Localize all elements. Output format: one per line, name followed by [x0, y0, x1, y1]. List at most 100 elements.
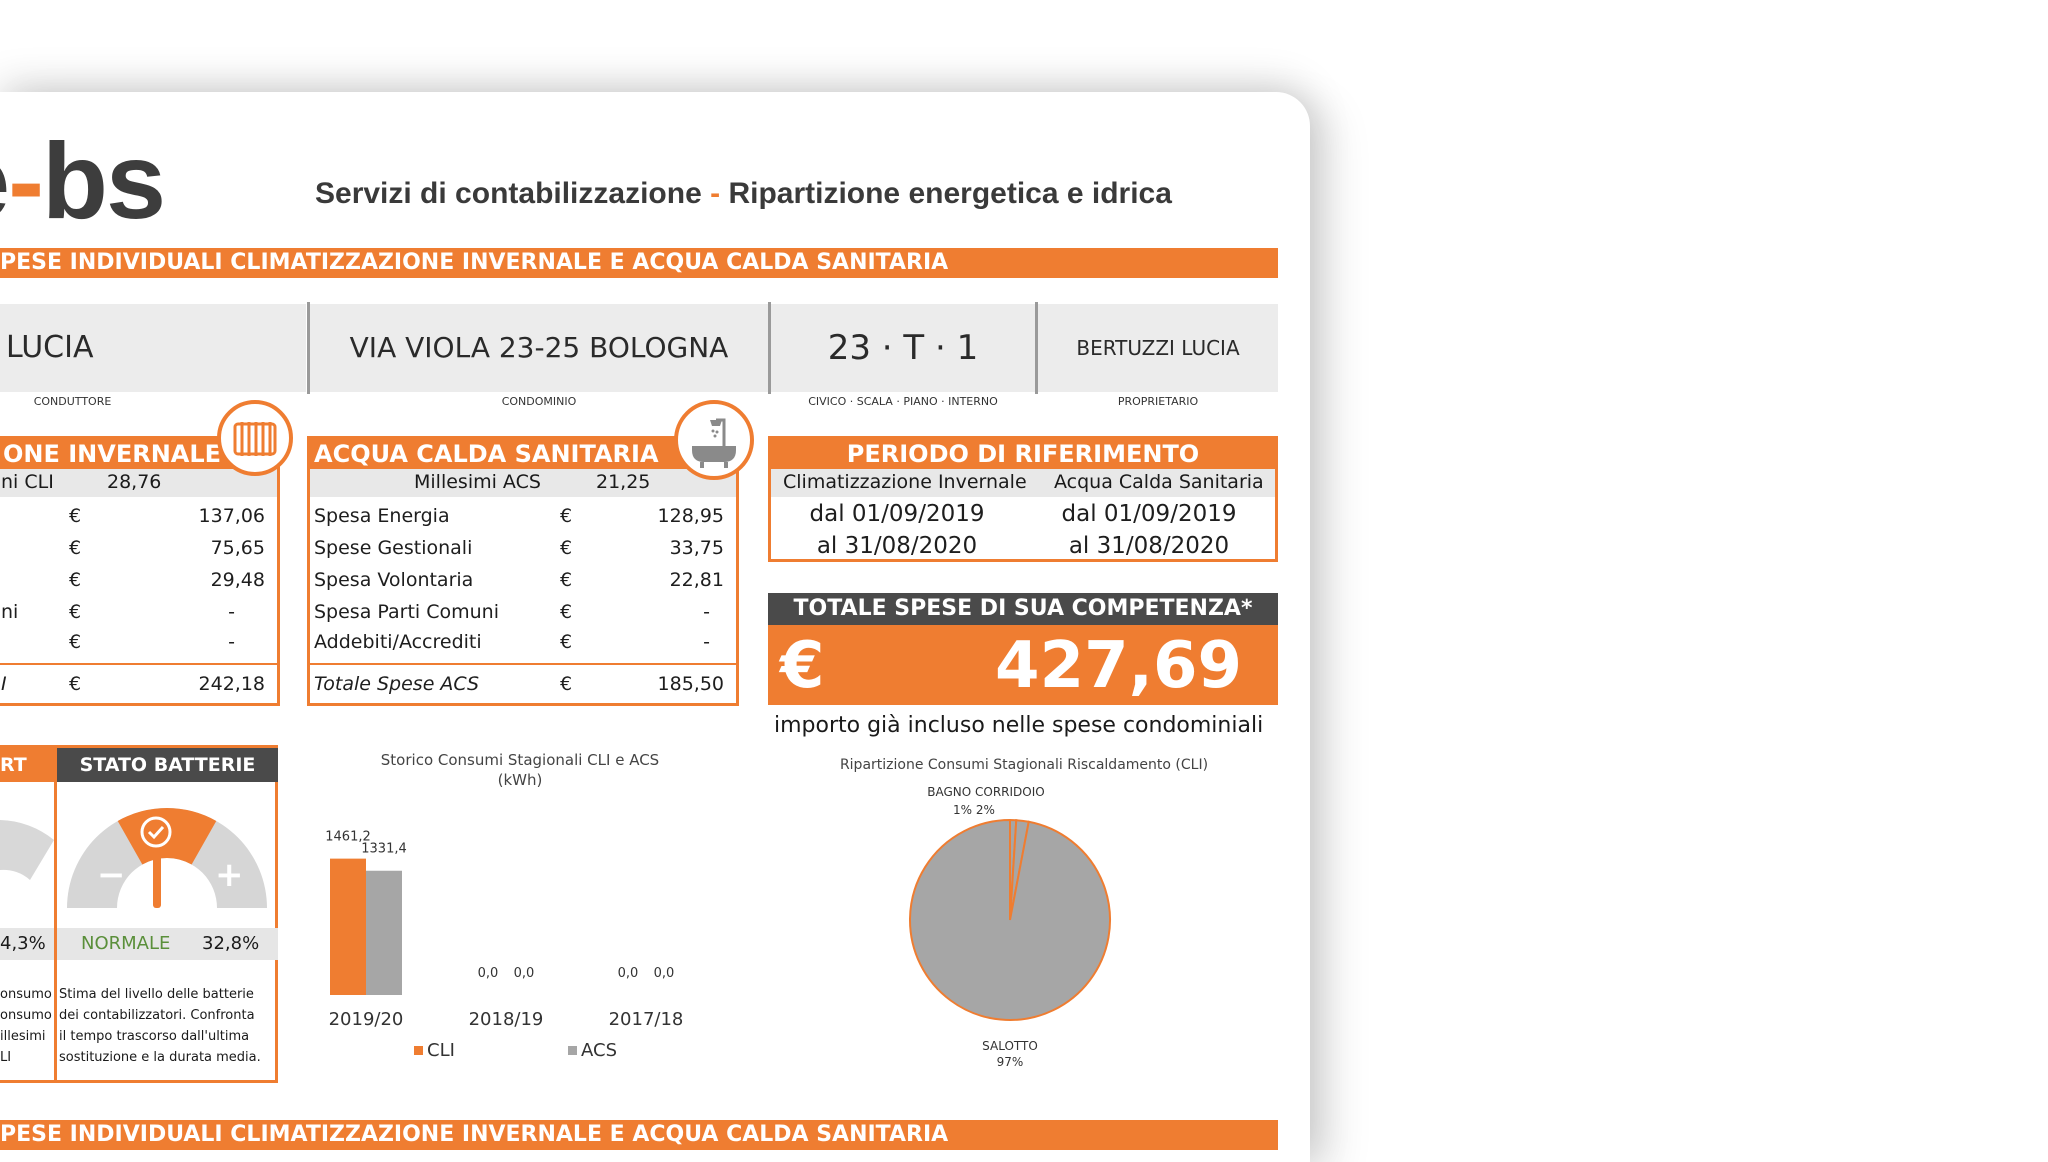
bar-chart-subtitle: (kWh) [497, 771, 543, 789]
divider [54, 745, 57, 1083]
legend-swatch [568, 1046, 577, 1055]
cli-total-label: I [1, 673, 7, 695]
bar-value-label: 0,0 [514, 966, 535, 981]
civico-caption: CIVICO · SCALA · PIANO · INTERNO [808, 395, 998, 408]
pie-label: 97% [997, 1055, 1024, 1069]
logo-main: bs [42, 120, 166, 241]
cli-row-currency: € [69, 601, 82, 623]
legend-label: ACS [581, 1040, 617, 1061]
bar-value-label: 1331,4 [361, 842, 407, 857]
bar-value-label: 0,0 [618, 966, 639, 981]
condominio-cell: VIA VIOLA 23-25 BOLOGNA [310, 304, 768, 392]
alert-title: RT [0, 748, 54, 782]
header-title-dash: - [710, 177, 721, 210]
cli-total-value: 242,18 [198, 673, 265, 695]
periodo-cli-to: al 31/08/2020 [816, 533, 978, 559]
batterie-percent: 32,8% [202, 933, 260, 954]
cli-millesimi-value: 28,76 [107, 471, 162, 493]
legend-label: CLI [427, 1040, 455, 1061]
acs-row-value: 33,75 [669, 537, 724, 559]
legend-swatch [414, 1046, 423, 1055]
batterie-desc: Stima del livello delle batterie dei con… [59, 984, 276, 1068]
periodo-col-cli: Climatizzazione Invernale [783, 471, 1027, 493]
batterie-desc-line: sostituzione e la durata media. [59, 1050, 261, 1065]
bottom-band: PESE INDIVIDUALI CLIMATIZZAZIONE INVERNA… [0, 1120, 1278, 1150]
acs-row-currency: € [560, 631, 573, 653]
batterie-status: NORMALE [81, 933, 171, 954]
acs-row-label: Spesa Parti Comuni [314, 601, 499, 623]
acs-row-label: Spese Gestionali [314, 537, 473, 559]
bar [330, 858, 366, 995]
acs-row-label: Spesa Energia [314, 505, 450, 527]
cli-row-value: - [228, 601, 235, 623]
acs-row-currency: € [560, 537, 573, 559]
batterie-desc-line: il tempo trascorso dall'ultima [59, 1029, 250, 1044]
conduttore-cell: LUCIA [0, 304, 306, 392]
cli-millesimi-row: ni CLI 28,76 [0, 469, 277, 497]
bar-value-label: 0,0 [478, 966, 499, 981]
pie-label: BAGNO CORRIDOIO [927, 785, 1044, 799]
alert-desc: onsumo onsumo illesimi LI [0, 984, 54, 1068]
cli-panel: ONE INVERNALE ni CLI 28,76 € 137,06 € 75… [0, 436, 280, 706]
totale-note: importo già incluso nelle spese condomin… [774, 713, 1264, 738]
proprietario-cell: BERTUZZI LUCIA [1038, 304, 1278, 392]
gauge-needle [153, 850, 161, 908]
condominio-value: VIA VIOLA 23-25 BOLOGNA [349, 331, 729, 364]
cli-row-value: 137,06 [198, 505, 265, 527]
cli-row-currency: € [69, 631, 82, 653]
acs-row-currency: € [560, 569, 573, 591]
acs-total-currency: € [560, 673, 573, 695]
pie-label: SALOTTO [982, 1039, 1038, 1053]
bar-chart-title-text: Storico Consumi Stagionali CLI e ACS [380, 751, 660, 769]
acs-row-value: - [703, 631, 710, 653]
totale-box: € 427,69 [768, 625, 1278, 705]
proprietario-caption: PROPRIETARIO [1117, 395, 1199, 408]
radiator-icon [217, 400, 293, 476]
civico-value: 23 · T · 1 [827, 328, 979, 368]
periodo-acs-to: al 31/08/2020 [1068, 533, 1230, 559]
header-title-right: Ripartizione energetica e idrica [728, 177, 1172, 210]
divider [0, 663, 277, 665]
x-tick-label: 2018/19 [469, 1009, 544, 1030]
acs-millesimi-value: 21,25 [596, 471, 651, 493]
civico-cell: 23 · T · 1 [771, 304, 1035, 392]
bar [366, 870, 402, 995]
cli-row-currency: € [69, 569, 82, 591]
divider [310, 663, 736, 665]
cli-row-currency: € [69, 505, 82, 527]
alert-desc-line: LI [0, 1050, 12, 1065]
bar-value-label: 0,0 [654, 966, 675, 981]
alert-desc-line: onsumo [0, 1008, 52, 1023]
totale-title: TOTALE SPESE DI SUA COMPETENZA* [768, 593, 1278, 625]
periodo-col-acs: Acqua Calda Sanitaria [1054, 471, 1264, 493]
periodo-cli-from: dal 01/09/2019 [809, 501, 985, 527]
top-band-text: PESE INDIVIDUALI CLIMATIZZAZIONE INVERNA… [0, 250, 949, 275]
cli-millesimi-label: ni CLI [1, 471, 54, 493]
periodo-acs-from: dal 01/09/2019 [1061, 501, 1237, 527]
acs-row-value: - [703, 601, 710, 623]
x-tick-label: 2019/20 [329, 1009, 404, 1030]
batterie-status-row: NORMALE 32,8% [57, 928, 278, 960]
alert-desc-line: illesimi [0, 1029, 46, 1044]
x-tick-label: 2017/18 [609, 1009, 684, 1030]
plus-icon: + [215, 855, 244, 895]
pie-chart-title: Ripartizione Consumi Stagionali Riscalda… [839, 757, 1209, 773]
battery-gauge: − + [67, 808, 267, 908]
acs-panel-title: ACQUA CALDA SANITARIA [310, 439, 736, 469]
acs-row-value: 22,81 [669, 569, 724, 591]
batterie-desc-line: Stima del livello delle batterie [59, 987, 254, 1002]
logo-tail: e [0, 120, 10, 241]
proprietario-value: BERTUZZI LUCIA [1076, 336, 1240, 360]
totale-currency: € [780, 629, 825, 703]
header-title-left: Servizi di contabilizzazione [315, 177, 702, 210]
periodo-header-row: Climatizzazione Invernale Acqua Calda Sa… [771, 469, 1275, 497]
cli-row-currency: € [69, 537, 82, 559]
batterie-desc-line: dei contabilizzatori. Confronta [59, 1008, 255, 1023]
cli-total-currency: € [69, 673, 82, 695]
conduttore-value: LUCIA [6, 330, 94, 365]
acs-row-currency: € [560, 601, 573, 623]
cli-row-value: 75,65 [210, 537, 265, 559]
periodo-panel: PERIODO DI RIFERIMENTO Climatizzazione I… [768, 436, 1278, 562]
acs-row-label: Addebiti/Accrediti [314, 631, 482, 653]
acs-row-value: 128,95 [657, 505, 724, 527]
